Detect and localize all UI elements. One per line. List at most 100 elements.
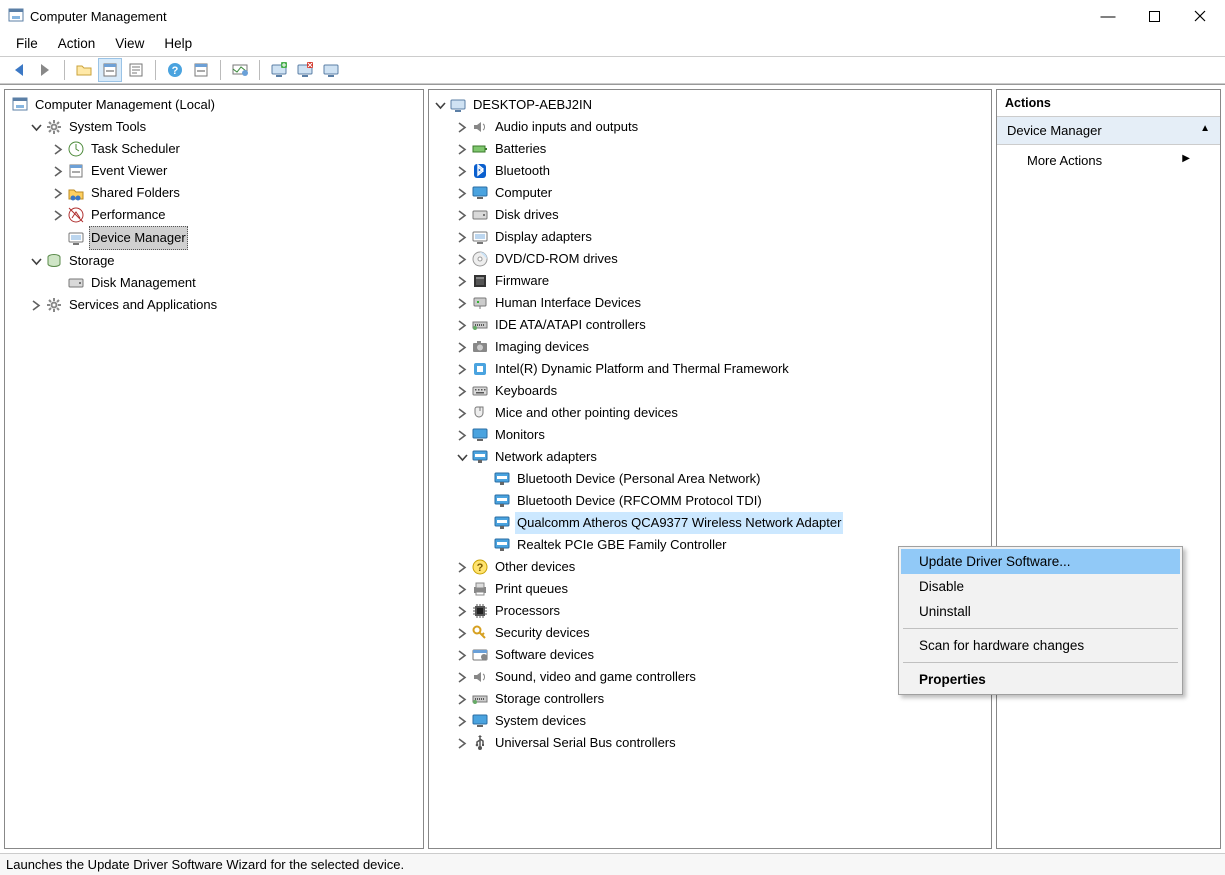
dev-label: Qualcomm Atheros QCA9377 Wireless Networ… bbox=[515, 512, 843, 534]
dev-net-bt-pan[interactable]: Bluetooth Device (Personal Area Network) bbox=[477, 468, 991, 490]
expand-icon[interactable] bbox=[455, 142, 469, 156]
cm-properties[interactable]: Properties bbox=[901, 667, 1180, 692]
dev-monitors[interactable]: Monitors bbox=[455, 424, 991, 446]
dev-batteries[interactable]: Batteries bbox=[455, 138, 991, 160]
cm-disable[interactable]: Disable bbox=[901, 574, 1180, 599]
expand-icon[interactable] bbox=[455, 670, 469, 684]
dev-bluetooth[interactable]: Bluetooth bbox=[455, 160, 991, 182]
tree-task-scheduler[interactable]: Task Scheduler bbox=[51, 138, 423, 160]
dev-net-bt-rfcomm[interactable]: Bluetooth Device (RFCOMM Protocol TDI) bbox=[477, 490, 991, 512]
tree-disk-management[interactable]: Disk Management bbox=[51, 272, 423, 294]
dev-ide[interactable]: IDE ATA/ATAPI controllers bbox=[455, 314, 991, 336]
expand-icon[interactable] bbox=[455, 450, 469, 464]
dev-hid[interactable]: Human Interface Devices bbox=[455, 292, 991, 314]
toolbar-uninstall-device[interactable] bbox=[319, 58, 343, 82]
expand-icon[interactable] bbox=[51, 164, 65, 178]
expand-icon[interactable] bbox=[455, 318, 469, 332]
expand-icon[interactable] bbox=[455, 274, 469, 288]
expand-icon[interactable] bbox=[51, 186, 65, 200]
actions-section[interactable]: Device Manager ▲ bbox=[997, 117, 1220, 145]
dev-firmware[interactable]: Firmware bbox=[455, 270, 991, 292]
menu-action[interactable]: Action bbox=[48, 34, 106, 53]
expand-icon[interactable] bbox=[455, 186, 469, 200]
toolbar-back[interactable] bbox=[7, 58, 31, 82]
expand-icon[interactable] bbox=[455, 230, 469, 244]
tree-device-manager[interactable]: Device Manager bbox=[51, 226, 423, 250]
menu-help[interactable]: Help bbox=[154, 34, 202, 53]
console-tree-pane[interactable]: Computer Management (Local) System Tools… bbox=[4, 89, 424, 849]
toolbar-scan[interactable] bbox=[228, 58, 252, 82]
dev-network[interactable]: Network adapters bbox=[455, 446, 991, 468]
menu-file[interactable]: File bbox=[6, 34, 48, 53]
maximize-button[interactable] bbox=[1131, 1, 1177, 31]
dev-computer[interactable]: Computer bbox=[455, 182, 991, 204]
tree-event-viewer[interactable]: Event Viewer bbox=[51, 160, 423, 182]
tree-root[interactable]: Computer Management (Local) bbox=[9, 94, 423, 116]
toolbar-forward[interactable] bbox=[33, 58, 57, 82]
minimize-button[interactable]: — bbox=[1085, 1, 1131, 31]
app-icon bbox=[8, 8, 24, 24]
dev-system[interactable]: System devices bbox=[455, 710, 991, 732]
dev-label: Firmware bbox=[493, 270, 551, 292]
expand-icon[interactable] bbox=[455, 252, 469, 266]
spacer bbox=[477, 538, 491, 552]
dev-audio[interactable]: Audio inputs and outputs bbox=[455, 116, 991, 138]
toolbar-disable-device[interactable] bbox=[293, 58, 317, 82]
expand-icon[interactable] bbox=[455, 164, 469, 178]
tree-storage[interactable]: Storage bbox=[29, 250, 423, 272]
expand-icon[interactable] bbox=[455, 560, 469, 574]
expand-icon[interactable] bbox=[433, 98, 447, 112]
actions-more[interactable]: More Actions ▶ bbox=[997, 145, 1220, 176]
expand-icon[interactable] bbox=[29, 254, 43, 268]
toolbar-up[interactable] bbox=[72, 58, 96, 82]
cm-separator bbox=[903, 662, 1178, 663]
dev-net-qca9377[interactable]: Qualcomm Atheros QCA9377 Wireless Networ… bbox=[477, 512, 991, 534]
expand-icon[interactable] bbox=[455, 428, 469, 442]
cm-update-driver[interactable]: Update Driver Software... bbox=[901, 549, 1180, 574]
dev-keyboards[interactable]: Keyboards bbox=[455, 380, 991, 402]
expand-icon[interactable] bbox=[455, 384, 469, 398]
dev-disk[interactable]: Disk drives bbox=[455, 204, 991, 226]
dev-host[interactable]: DESKTOP-AEBJ2IN bbox=[433, 94, 991, 116]
expand-icon[interactable] bbox=[455, 208, 469, 222]
cm-scan[interactable]: Scan for hardware changes bbox=[901, 633, 1180, 658]
dev-intel-dptf[interactable]: Intel(R) Dynamic Platform and Thermal Fr… bbox=[455, 358, 991, 380]
expand-icon[interactable] bbox=[29, 120, 43, 134]
expand-icon[interactable] bbox=[51, 208, 65, 222]
menu-view[interactable]: View bbox=[105, 34, 154, 53]
tree-system-tools[interactable]: System Tools bbox=[29, 116, 423, 138]
toolbar-view[interactable] bbox=[189, 58, 213, 82]
toolbar-show-tree[interactable] bbox=[98, 58, 122, 82]
cm-uninstall[interactable]: Uninstall bbox=[901, 599, 1180, 624]
expand-icon[interactable] bbox=[455, 736, 469, 750]
toolbar-properties[interactable] bbox=[124, 58, 148, 82]
expand-icon[interactable] bbox=[455, 626, 469, 640]
expand-icon[interactable] bbox=[455, 692, 469, 706]
expand-icon[interactable] bbox=[51, 142, 65, 156]
toolbar-enable-device[interactable] bbox=[267, 58, 291, 82]
expand-icon[interactable] bbox=[455, 120, 469, 134]
dev-display[interactable]: Display adapters bbox=[455, 226, 991, 248]
expand-icon[interactable] bbox=[455, 296, 469, 310]
dev-usb[interactable]: Universal Serial Bus controllers bbox=[455, 732, 991, 754]
tree-shared-folders[interactable]: Shared Folders bbox=[51, 182, 423, 204]
dev-dvd[interactable]: DVD/CD-ROM drives bbox=[455, 248, 991, 270]
expand-icon[interactable] bbox=[455, 648, 469, 662]
expand-icon[interactable] bbox=[455, 582, 469, 596]
expand-icon[interactable] bbox=[455, 714, 469, 728]
expand-icon[interactable] bbox=[455, 340, 469, 354]
expand-icon[interactable] bbox=[455, 406, 469, 420]
actions-pane: Actions Device Manager ▲ More Actions ▶ bbox=[996, 89, 1221, 849]
expand-icon[interactable] bbox=[455, 604, 469, 618]
actions-more-label: More Actions bbox=[1027, 153, 1102, 168]
toolbar-help[interactable] bbox=[163, 58, 187, 82]
close-button[interactable] bbox=[1177, 1, 1223, 31]
device-manager-pane[interactable]: DESKTOP-AEBJ2IN Audio inputs and outputs… bbox=[428, 89, 992, 849]
tree-performance[interactable]: Performance bbox=[51, 204, 423, 226]
dev-mice[interactable]: Mice and other pointing devices bbox=[455, 402, 991, 424]
expand-icon[interactable] bbox=[29, 298, 43, 312]
tree-services-apps[interactable]: Services and Applications bbox=[29, 294, 423, 316]
dev-label: Bluetooth bbox=[493, 160, 552, 182]
dev-imaging[interactable]: Imaging devices bbox=[455, 336, 991, 358]
expand-icon[interactable] bbox=[455, 362, 469, 376]
